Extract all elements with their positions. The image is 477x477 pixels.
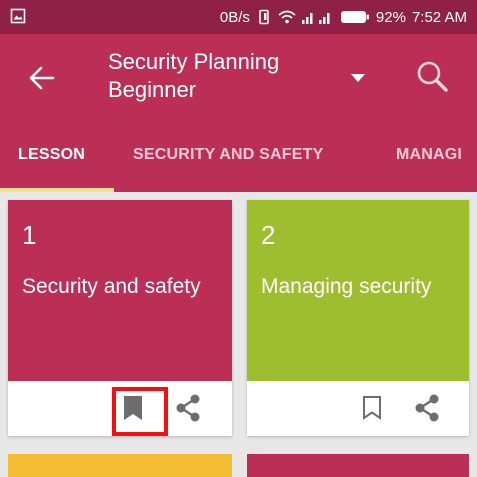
wifi-icon [278,10,296,24]
share-icon[interactable] [413,393,441,423]
tab-managing[interactable]: MANAGI [396,146,462,164]
app-bar: Security Planning Beginner [0,34,477,118]
bookmark-outline-icon[interactable] [361,395,383,421]
vibrate-icon [259,9,269,25]
lesson-card-3[interactable] [8,454,232,477]
lesson-card-4[interactable] [247,454,469,477]
lesson-card-1-header[interactable]: 1 Security and safety [8,200,232,381]
status-bar: 0B/s 92% 7:52 AM [0,0,477,34]
battery-icon [340,11,369,23]
status-indicators: 0B/s 92% 7:52 AM [220,6,467,28]
lesson-number: 1 [22,220,37,250]
search-icon[interactable] [416,60,448,92]
lesson-title: Security and safety [22,275,201,298]
active-tab-indicator [0,188,114,192]
lesson-card-2-actions [247,381,469,436]
lesson-title: Managing security [261,275,432,298]
lesson-card-1[interactable]: 1 Security and safety [8,200,232,436]
battery-level: 92% [375,8,406,26]
tab-bar: LESSON SECURITY AND SAFETY MANAGI [0,118,477,192]
dropdown-arrow-icon[interactable] [350,72,366,84]
tab-security-and-safety[interactable]: SECURITY AND SAFETY [133,146,324,164]
bookmark-filled-icon[interactable] [122,395,144,421]
page-title[interactable]: Security Planning Beginner [108,48,338,104]
lesson-card-1-actions [8,381,232,436]
lesson-card-2[interactable]: 2 Managing security [247,200,469,436]
signal-icon [301,13,330,24]
network-speed: 0B/s [219,8,250,26]
clock: 7:52 AM [411,8,467,26]
share-icon[interactable] [174,393,202,423]
back-arrow-icon[interactable] [28,64,56,92]
image-notification-icon [10,8,26,24]
lesson-number: 2 [261,220,276,250]
tab-lesson[interactable]: LESSON [18,146,85,164]
lesson-card-2-header[interactable]: 2 Managing security [247,200,469,381]
